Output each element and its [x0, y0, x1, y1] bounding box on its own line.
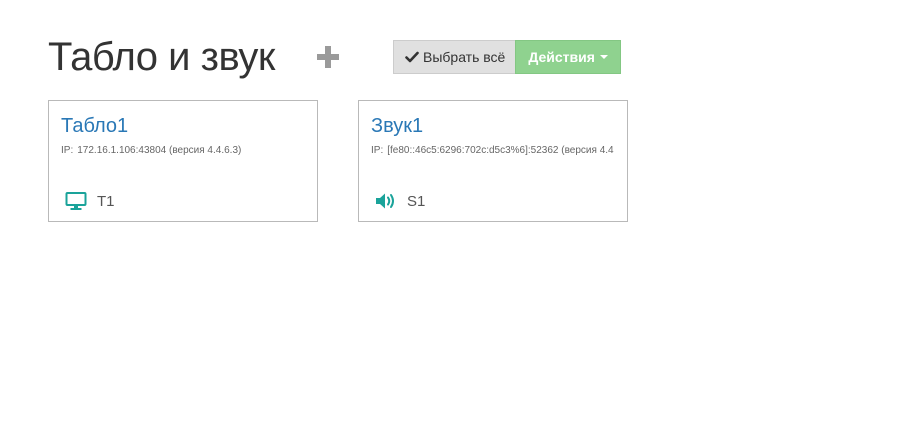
speaker-icon: [376, 193, 394, 209]
monitor-icon: [65, 192, 87, 210]
toolbar: Выбрать всё Действия: [393, 40, 621, 74]
header: Табло и звук: [48, 30, 341, 84]
device-card: Табло1 IP: 172.16.1.106:43804 (версия 4.4…: [48, 100, 318, 222]
select-all-button[interactable]: Выбрать всё: [393, 40, 516, 74]
device-item-label: T1: [97, 192, 115, 210]
page: Табло и звук Выбрать всё Действия Табло1…: [0, 0, 908, 435]
add-button[interactable]: [315, 44, 341, 70]
ip-label: IP:: [371, 145, 384, 156]
device-item[interactable]: T1: [65, 191, 115, 211]
device-ip: IP: [fe80::46c5:6296:702c:d5c3%6]:52362 (…: [371, 145, 614, 156]
actions-label: Действия: [528, 49, 595, 65]
device-name-link[interactable]: Звук1: [371, 115, 423, 138]
device-item-label: S1: [407, 192, 426, 210]
device-item[interactable]: S1: [375, 191, 425, 211]
ip-value: 172.16.1.106:43804 (версия 4.4.6.3): [77, 145, 242, 156]
caret-down-icon: [599, 55, 608, 59]
device-card: Звук1 IP: [fe80::46c5:6296:702c:d5c3%6]:5…: [358, 100, 628, 222]
ip-value: [fe80::46c5:6296:702c:d5c3%6]:52362 (вер…: [387, 145, 614, 156]
device-name-link[interactable]: Табло1: [61, 115, 128, 138]
actions-dropdown-button[interactable]: Действия: [515, 40, 621, 74]
select-all-label: Выбрать всё: [423, 49, 506, 65]
ip-label: IP:: [61, 145, 74, 156]
page-title: Табло и звук: [48, 35, 275, 79]
check-icon: [405, 51, 419, 63]
device-ip: IP: 172.16.1.106:43804 (версия 4.4.6.3): [61, 145, 241, 156]
